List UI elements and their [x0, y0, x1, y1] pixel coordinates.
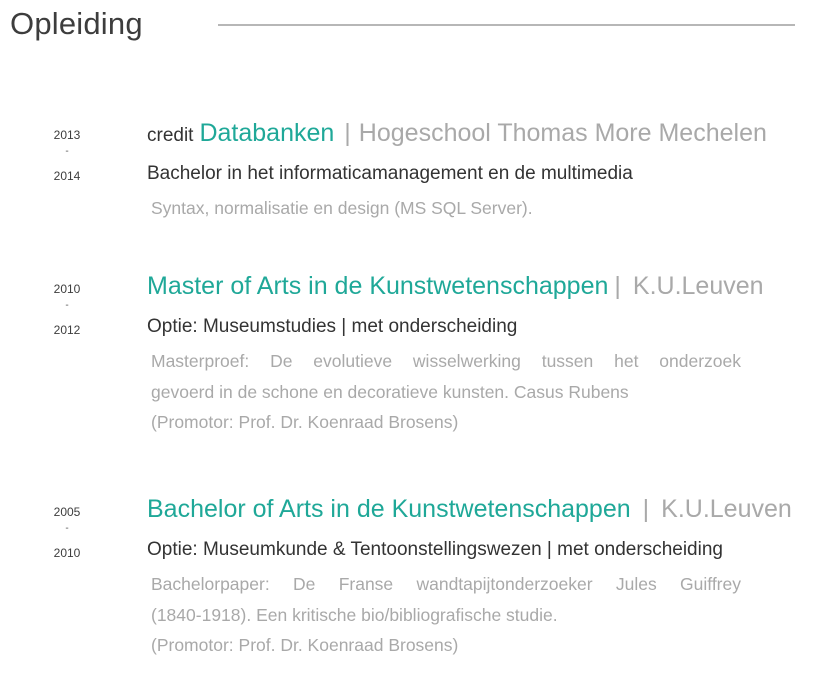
- section-heading: Opleiding: [10, 6, 143, 41]
- description-line: Masterproef: De evolutieve wisselwerking…: [151, 351, 741, 371]
- entry-subtitle: Bachelor in het informaticamanagement en…: [147, 163, 633, 184]
- title-separator: |: [642, 495, 650, 523]
- entry-title-line: Bachelor of Arts in de Kunstwetenschappe…: [147, 494, 792, 524]
- description-line: Syntax, normalisatie en design (MS SQL S…: [151, 198, 533, 218]
- entry-subtitle: Optie: Museumkunde & Tentoonstellingswez…: [147, 539, 723, 560]
- entry-title-line: Master of Arts in de Kunstwetenschappen |…: [147, 271, 764, 301]
- entry-subtitle: Optie: Museumstudies | met onderscheidin…: [147, 316, 518, 337]
- description-line: (1840-1918). Een kritische bio/bibliogra…: [151, 604, 558, 625]
- institution: K.U.Leuven: [661, 495, 792, 523]
- title-separator: |: [344, 119, 351, 147]
- year-start: 2005: [53, 505, 81, 519]
- entry-title: Bachelor of Arts in de Kunstwetenschappe…: [147, 495, 631, 523]
- description-line: Bachelorpaper: De Franse wandtapijtonder…: [151, 574, 741, 594]
- description-line: (Promotor: Prof. Dr. Koenraad Brosens): [151, 635, 459, 655]
- entry-title: Databanken: [199, 119, 335, 147]
- year-separator: -: [65, 523, 69, 534]
- institution: Hogeschool Thomas More Mechelen: [358, 119, 767, 147]
- entry-description: Syntax, normalisatie en design (MS SQL S…: [151, 193, 741, 224]
- title-separator: |: [614, 272, 621, 300]
- year-start: 2010: [53, 282, 81, 296]
- description-line: gevoerd in de schone en decoratieve kuns…: [151, 381, 629, 402]
- entry-title: Master of Arts in de Kunstwetenschappen: [147, 272, 609, 300]
- entry-description: Bachelorpaper: De Franse wandtapijtonder…: [151, 569, 741, 661]
- title-prefix: credit: [147, 125, 194, 146]
- year-separator: -: [65, 300, 69, 311]
- year-end: 2010: [53, 546, 81, 560]
- institution: K.U.Leuven: [632, 272, 764, 300]
- year-separator: -: [65, 146, 69, 157]
- year-end: 2014: [53, 169, 81, 183]
- entry-title-line: credit Databanken | Hogeschool Thomas More …: [147, 118, 767, 151]
- heading-divider: [218, 24, 795, 26]
- description-line: (Promotor: Prof. Dr. Koenraad Brosens): [151, 412, 459, 432]
- year-start: 2013: [53, 128, 81, 142]
- entry-description: Masterproef: De evolutieve wisselwerking…: [151, 346, 741, 438]
- year-end: 2012: [53, 323, 81, 337]
